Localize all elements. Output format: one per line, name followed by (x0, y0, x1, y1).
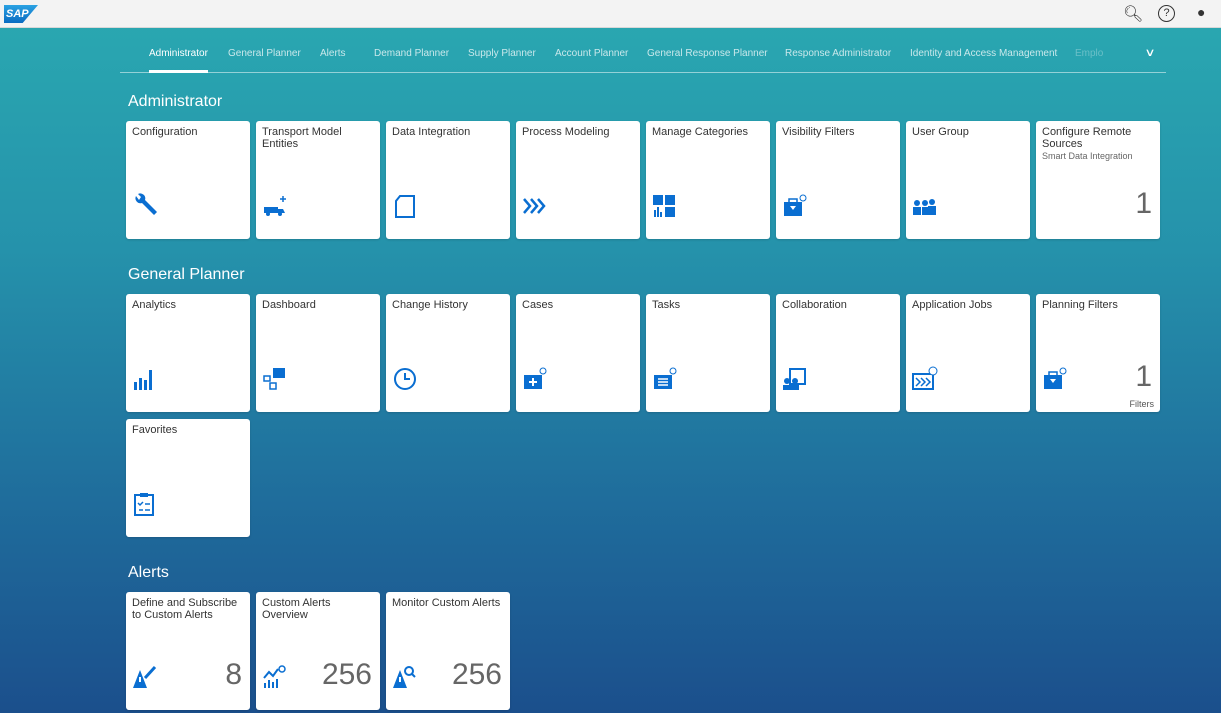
tile-title: Data Integration (392, 126, 471, 138)
alert-edit-icon (132, 664, 158, 690)
tile-title: Configure Remote Sources (1042, 126, 1132, 150)
tile-title: Application Jobs (912, 299, 993, 311)
tile-title: Custom Alerts Overview (262, 597, 331, 621)
help-icon[interactable]: ? (1158, 5, 1175, 22)
process-icon (522, 193, 548, 219)
tile-planning-filters[interactable]: Planning Filters 1 Filters (1036, 294, 1160, 412)
tile-title: Configuration (132, 126, 198, 138)
tile-title: User Group (912, 126, 969, 138)
sap-logo[interactable]: SAP (4, 5, 38, 23)
jobs-icon (912, 366, 938, 392)
tile-define-and-subscribe-to-custom-alerts[interactable]: Define and Subscribe to Custom Alerts 8 (126, 592, 250, 710)
tile-number: 1 (1135, 187, 1152, 220)
tile-title: Favorites (132, 424, 178, 436)
tile-transport-model-entities[interactable]: Transport Model Entities (256, 121, 380, 239)
tab-supply-planner[interactable]: Supply Planner (468, 48, 536, 59)
tab-general-response-planner[interactable]: General Response Planner (647, 48, 768, 59)
tile-application-jobs[interactable]: Application Jobs (906, 294, 1030, 412)
tile-custom-alerts-overview[interactable]: Custom Alerts Overview 256 (256, 592, 380, 710)
tile-favorites[interactable]: Favorites (126, 419, 250, 537)
tab-identity-and-access-management[interactable]: Identity and Access Management (910, 48, 1057, 59)
tab-administrator[interactable]: Administrator (149, 48, 208, 73)
cases-icon (522, 366, 548, 392)
truck-add-icon (262, 193, 288, 219)
tasks-icon (652, 366, 678, 392)
tile-collaboration[interactable]: Collaboration (776, 294, 900, 412)
tile-number: 8 (225, 658, 242, 691)
tab-response-administrator[interactable]: Response Administrator (785, 48, 891, 59)
tile-title: Dashboard (262, 299, 316, 311)
tile-number: 256 (321, 658, 372, 691)
tile-title: Process Modeling (522, 126, 610, 138)
user-icon[interactable]: ● (1197, 4, 1205, 20)
tile-title: Visibility Filters (782, 126, 855, 138)
tile-title: Manage Categories (652, 126, 749, 138)
tile-title: Monitor Custom Alerts (392, 597, 501, 609)
section-title-administrator: Administrator (128, 93, 223, 110)
tile-title: Transport Model Entities (262, 126, 342, 150)
tab-general-planner[interactable]: General Planner (228, 48, 301, 59)
tile-title: Change History (392, 299, 468, 311)
tab-demand-planner[interactable]: Demand Planner (374, 48, 449, 59)
tile-title: Cases (522, 299, 554, 311)
tile-unit: Filters (1129, 399, 1155, 409)
categories-icon (652, 193, 678, 219)
tile-number: 1 (1135, 360, 1152, 393)
shell-bar: SAP 🔍︎ ? ● (0, 0, 1221, 28)
tile-cases[interactable]: Cases (516, 294, 640, 412)
tile-change-history[interactable]: Change History (386, 294, 510, 412)
tile-title: Tasks (652, 299, 681, 311)
tile-dashboard[interactable]: Dashboard (256, 294, 380, 412)
alert-chart-icon (262, 664, 288, 690)
tile-visibility-filters[interactable]: Visibility Filters (776, 121, 900, 239)
tile-manage-categories[interactable]: Manage Categories (646, 121, 770, 239)
tile-subtitle: Smart Data Integration (1042, 151, 1133, 161)
wrench-icon (132, 193, 158, 219)
tile-title: Define and Subscribe to Custom Alerts (132, 597, 238, 621)
tile-title: Planning Filters (1042, 299, 1118, 311)
bar-chart-icon (132, 366, 158, 392)
clock-icon (392, 366, 418, 392)
section-title-alerts: Alerts (128, 564, 169, 581)
tile-process-modeling[interactable]: Process Modeling (516, 121, 640, 239)
tile-configure-remote-sources[interactable]: Configure Remote Sources Smart Data Integ… (1036, 121, 1160, 239)
tab-account-planner[interactable]: Account Planner (555, 48, 628, 59)
document-icon (392, 193, 418, 219)
group-tabs: Administrator General Planner Alerts Demand… (120, 40, 1166, 73)
tile-data-integration[interactable]: Data Integration (386, 121, 510, 239)
search-icon[interactable]: 🔍︎ (1123, 4, 1143, 24)
tile-tasks[interactable]: Tasks (646, 294, 770, 412)
user-group-icon (912, 193, 938, 219)
tile-title: Analytics (132, 299, 177, 311)
section-title-general-planner: General Planner (128, 266, 245, 283)
tile-configuration[interactable]: Configuration (126, 121, 250, 239)
collaboration-icon (782, 366, 808, 392)
tile-monitor-custom-alerts[interactable]: Monitor Custom Alerts 256 (386, 592, 510, 710)
clipboard-icon (132, 491, 158, 517)
dashboard-icon (262, 366, 288, 392)
tab-alerts[interactable]: Alerts (320, 48, 346, 59)
tile-analytics[interactable]: Analytics (126, 294, 250, 412)
filter-briefcase-icon (1042, 366, 1068, 392)
tile-title: Collaboration (782, 299, 847, 311)
alert-search-icon (392, 664, 418, 690)
chevron-down-icon[interactable]: ∨ (1144, 46, 1155, 59)
tile-user-group[interactable]: User Group (906, 121, 1030, 239)
filter-briefcase-icon (782, 193, 808, 219)
tile-number: 256 (451, 658, 502, 691)
tab-emplo[interactable]: Emplo (1075, 48, 1103, 59)
